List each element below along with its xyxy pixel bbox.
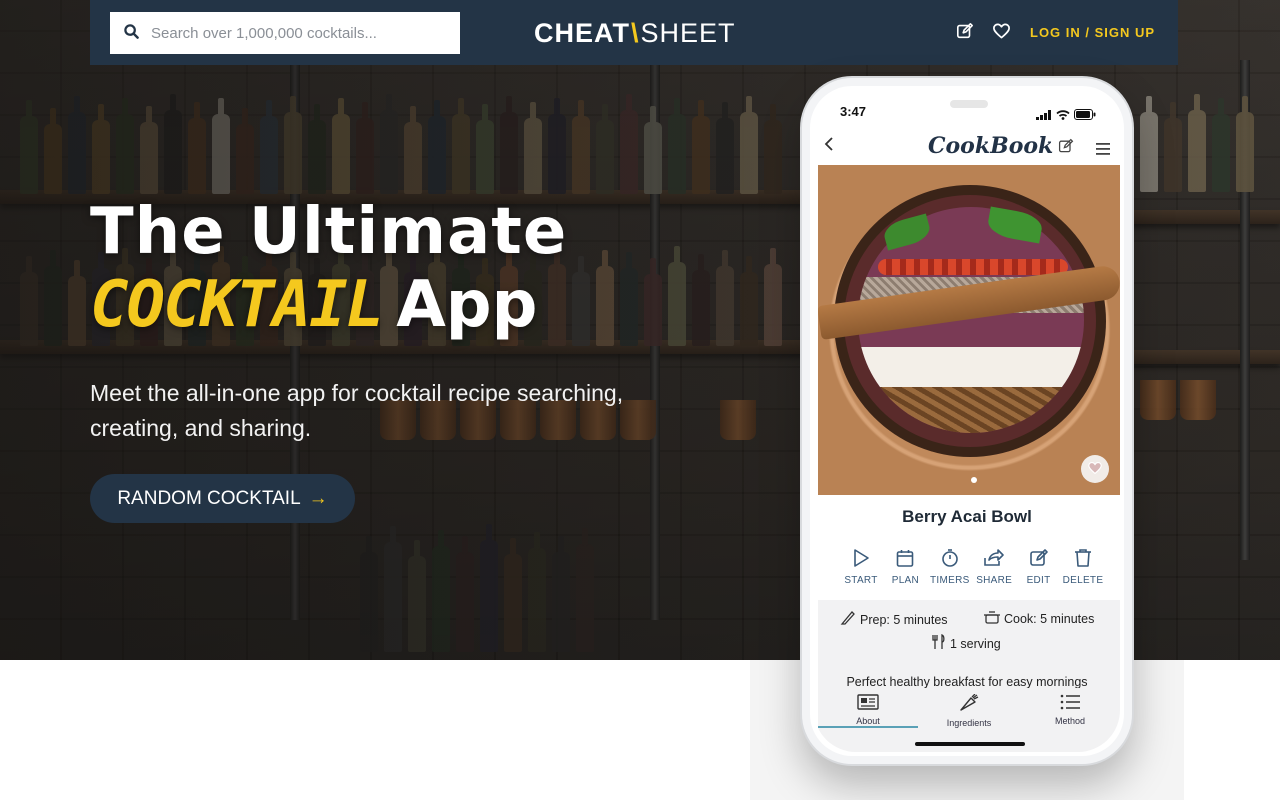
status-icons bbox=[1036, 105, 1096, 124]
wifi-icon bbox=[1056, 105, 1070, 124]
calendar-icon bbox=[895, 548, 915, 572]
signal-icon bbox=[1036, 105, 1052, 124]
recipe-photo bbox=[818, 165, 1120, 495]
logo-sheet: SHEET bbox=[640, 18, 736, 48]
tab-label: About bbox=[856, 716, 880, 726]
tab-method[interactable]: Method bbox=[1020, 694, 1120, 726]
logo-slash: \ bbox=[631, 18, 640, 48]
action-start[interactable]: START bbox=[842, 548, 880, 586]
tab-label: Ingredients bbox=[946, 718, 992, 728]
hero-headline-line1: The Ultimate bbox=[90, 195, 568, 269]
cookbook-logo: CookBook bbox=[928, 133, 1054, 159]
search-box bbox=[110, 12, 460, 54]
active-tab-indicator bbox=[818, 726, 918, 728]
battery-icon bbox=[1074, 105, 1096, 124]
cook-text: Cook: 5 minutes bbox=[1004, 611, 1095, 626]
action-plan[interactable]: PLAN bbox=[886, 548, 924, 586]
action-edit[interactable]: EDIT bbox=[1020, 548, 1058, 586]
action-label: START bbox=[844, 575, 878, 586]
edit-icon bbox=[1029, 548, 1049, 572]
favorite-button[interactable] bbox=[1081, 455, 1109, 483]
prep-text: Prep: 5 minutes bbox=[860, 612, 948, 627]
action-label: SHARE bbox=[976, 575, 1013, 586]
carousel-dot[interactable] bbox=[971, 477, 977, 483]
status-time: 3:47 bbox=[840, 104, 867, 119]
site-logo[interactable]: CHEAT \ SHEET bbox=[534, 18, 736, 49]
recipe-description: Perfect healthy breakfast for easy morni… bbox=[846, 675, 1088, 689]
action-label: TIMERS bbox=[929, 575, 970, 586]
play-icon bbox=[851, 548, 871, 572]
action-label: DELETE bbox=[1062, 575, 1104, 586]
action-share[interactable]: SHARE bbox=[975, 548, 1013, 586]
recipe-title: Berry Acai Bowl bbox=[902, 507, 1032, 526]
phone-speaker bbox=[950, 100, 988, 108]
hero-headline-accent: COCKTAIL bbox=[90, 268, 384, 342]
arrow-right-icon: → bbox=[308, 487, 328, 509]
back-icon[interactable] bbox=[824, 136, 838, 156]
share-icon bbox=[983, 548, 1005, 572]
carrot-icon bbox=[959, 693, 979, 716]
logo-cheat: CHEAT bbox=[534, 18, 630, 48]
random-cocktail-label: RANDOM COCKTAIL bbox=[117, 487, 301, 509]
servings-text: 1 serving bbox=[950, 636, 1001, 651]
heart-icon[interactable] bbox=[992, 22, 1012, 42]
trash-icon bbox=[1074, 548, 1092, 572]
hero-headline-rest: App bbox=[396, 268, 538, 342]
action-label: PLAN bbox=[891, 575, 920, 586]
home-indicator bbox=[915, 742, 1025, 746]
list-icon bbox=[1060, 694, 1080, 714]
edit-icon[interactable] bbox=[956, 22, 976, 42]
hamburger-menu-icon[interactable] bbox=[1096, 140, 1110, 159]
random-cocktail-button[interactable]: RANDOM COCKTAIL → bbox=[90, 474, 355, 523]
cook-time: Cook: 5 minutes bbox=[984, 610, 1094, 627]
hero-subtitle: Meet the all-in-one app for cocktail rec… bbox=[90, 380, 624, 441]
phone-mockup: 3:47 CookBook Berry Acai Bowl START PLAN… bbox=[800, 76, 1134, 766]
phone-screen: 3:47 CookBook Berry Acai Bowl START PLAN… bbox=[814, 90, 1120, 752]
hero-headline-line2: COCKTAIL App bbox=[90, 268, 537, 342]
prep-time: Prep: 5 minutes bbox=[840, 610, 948, 629]
newspaper-icon bbox=[857, 694, 879, 714]
servings: 1 serving bbox=[932, 634, 1001, 653]
search-icon[interactable] bbox=[124, 23, 139, 43]
edit-icon[interactable] bbox=[1058, 138, 1074, 158]
tab-ingredients[interactable]: Ingredients bbox=[919, 693, 1019, 728]
utensils-icon bbox=[932, 634, 946, 653]
action-timers[interactable]: TIMERS bbox=[929, 548, 970, 586]
timer-icon bbox=[940, 548, 960, 572]
recipe-actions: START PLAN TIMERS SHARE EDIT DELETE bbox=[842, 548, 1104, 586]
site-header: CHEAT\SHEET LOG IN / SIGN UP bbox=[90, 0, 1178, 65]
search-input[interactable] bbox=[151, 18, 441, 48]
tab-about[interactable]: About bbox=[818, 694, 918, 726]
pot-icon bbox=[984, 610, 1000, 627]
tab-label: Method bbox=[1054, 716, 1086, 726]
action-label: EDIT bbox=[1026, 575, 1051, 586]
knife-icon bbox=[840, 610, 856, 629]
action-delete[interactable]: DELETE bbox=[1062, 548, 1104, 586]
heart-icon bbox=[1087, 460, 1103, 479]
login-signup-link[interactable]: LOG IN / SIGN UP bbox=[1030, 25, 1155, 40]
